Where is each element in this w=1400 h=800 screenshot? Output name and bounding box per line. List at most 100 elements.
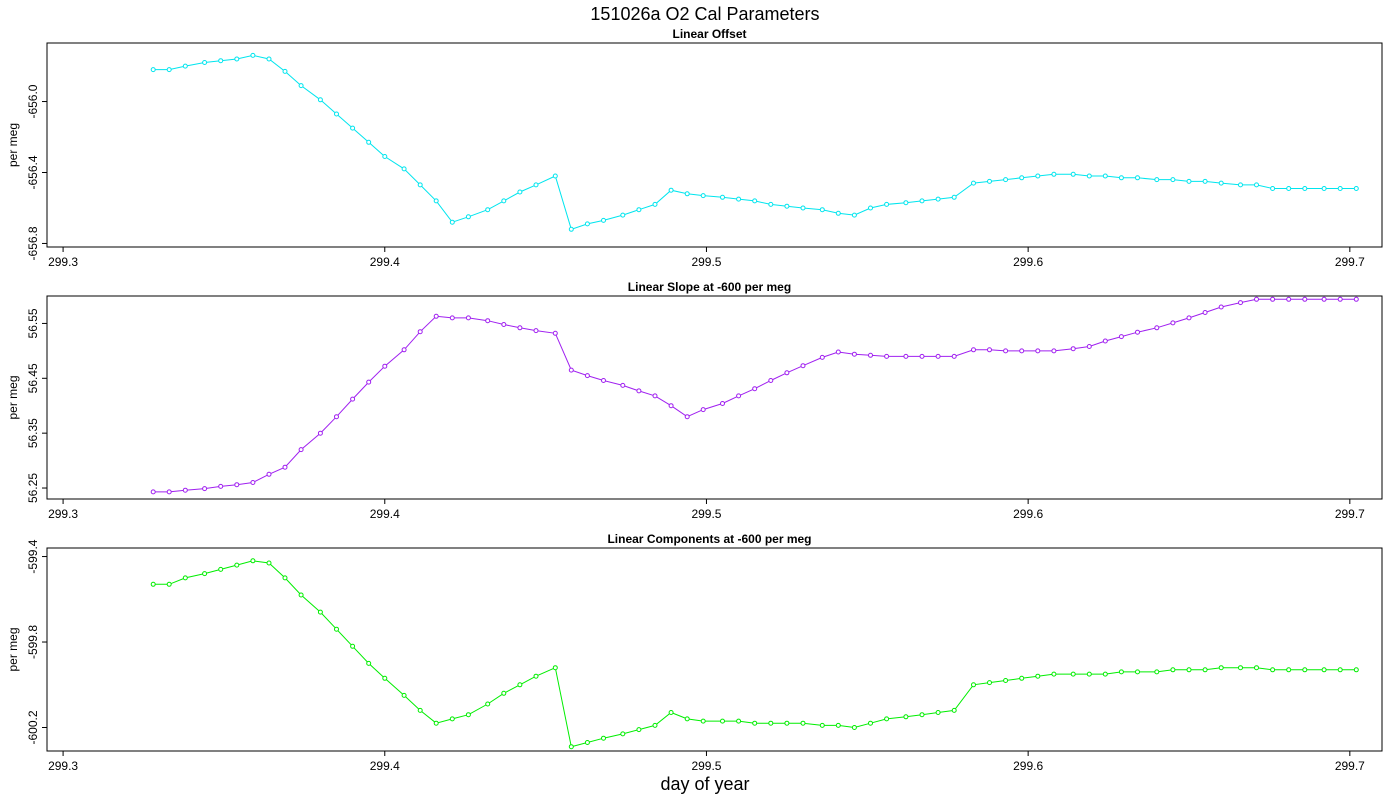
panel-1-data-point — [433, 198, 439, 204]
panel-1-x-tick-label: 299.6 — [1013, 255, 1043, 269]
panel-1-data-point — [533, 182, 539, 188]
panel-1-data-point — [987, 178, 992, 184]
panel-1-data-point — [700, 193, 706, 199]
panel-1-data-point — [1051, 171, 1057, 177]
panel-3-data-point — [1019, 675, 1025, 681]
panel-3-data-point — [1154, 669, 1160, 675]
panel-3-data-point — [533, 673, 539, 679]
panel-1-data-point — [1238, 182, 1243, 188]
panel-1-data-point — [1186, 178, 1192, 184]
panel-1-data-point — [884, 201, 890, 207]
panel-3-data-point — [552, 665, 558, 671]
panel-1-data-point — [620, 212, 626, 218]
panel-3-data-point — [266, 560, 272, 566]
panel-3-data-point — [684, 716, 690, 722]
panel-2-data-point — [1238, 300, 1243, 306]
panel-3-data-point — [485, 701, 491, 707]
chart-canvas: 151026a O2 Cal Parameters day of year Li… — [6, 4, 1383, 794]
panel-1-data-point — [1003, 177, 1009, 183]
panel-2-data-point — [166, 489, 172, 495]
panel-2-y-tick-label: 56.45 — [26, 363, 40, 393]
panel-3-data-point — [202, 571, 208, 577]
panel-2-data-point — [552, 330, 558, 336]
panel-3-data-point — [868, 720, 873, 726]
panel-3-y-tick-label: -599.8 — [26, 625, 40, 659]
panel-2-data-point — [1170, 320, 1176, 326]
panel-1-data-point — [266, 56, 272, 62]
panel-3-data-point — [568, 744, 574, 750]
panel-2-data-point — [736, 393, 742, 399]
panel-3-data-point — [501, 690, 507, 696]
panel-2-data-point — [601, 378, 606, 383]
panel-2-data-point — [903, 353, 909, 359]
panel-2-data-point — [1321, 296, 1327, 302]
panel-2-y-tick-label: 56.25 — [26, 473, 40, 503]
panel-1-y-tick-label: -656.8 — [26, 226, 40, 260]
panel-1-data-point — [382, 154, 388, 159]
panel-2-data-point — [584, 373, 590, 379]
figure-title: 151026a O2 Cal Parameters — [590, 4, 819, 24]
panel-1-data-point — [636, 207, 642, 213]
panel-1-data-point — [1154, 177, 1160, 183]
panel-3-data-point — [819, 722, 825, 728]
panel-1-data-point — [720, 194, 725, 200]
panel-1-x-tick-label: 299.7 — [1335, 255, 1365, 269]
panel-3-y-tick-label: -599.4 — [26, 539, 40, 573]
panel-1-y-tick-label: -656.0 — [26, 84, 40, 118]
panel-1-data-point — [517, 189, 523, 195]
panel-2-x-tick-label: 299.3 — [48, 507, 78, 521]
panel-3-data-point — [784, 720, 790, 726]
panel-2-data-point — [851, 351, 857, 357]
panel-3-data-point — [736, 718, 742, 724]
panel-2-data-point — [819, 354, 825, 360]
panel-1-data-point — [601, 217, 606, 223]
panel-3-frame — [46, 547, 1383, 752]
panel-2-x-tick-label: 299.4 — [370, 507, 400, 521]
panel-1-data-point — [851, 212, 857, 218]
panel-3-data-point — [752, 720, 758, 726]
panel-2-title: Linear Slope at -600 per meg — [628, 280, 791, 294]
panel-1-data-point — [1035, 173, 1041, 179]
panel-1-data-point — [552, 173, 558, 179]
panel-2-data-point — [1086, 344, 1092, 349]
panel-1-data-point — [1070, 171, 1076, 177]
panel-3-data-point — [1302, 667, 1308, 673]
panel-2-data-point — [720, 401, 725, 406]
panel-3-x-tick-label: 299.4 — [370, 759, 400, 773]
panel-3-data-point — [1086, 671, 1092, 677]
panel-3-x-tick-label: 299.6 — [1013, 759, 1043, 773]
panel-2-data-point — [1302, 296, 1308, 302]
panel-3-data-point — [601, 735, 606, 741]
panel-2-data-point — [636, 388, 642, 394]
panel-2-data-point — [298, 447, 304, 453]
panel-3-data-point — [720, 718, 725, 724]
panel-3-data-point — [234, 562, 240, 568]
panel-1-data-point — [584, 221, 590, 227]
panel-2-y-tick-label: 56.35 — [26, 418, 40, 448]
panel-1-data-point — [1254, 182, 1259, 188]
panel-3-data-point — [350, 643, 356, 649]
panel-2-y-axis-label: per meg — [6, 375, 20, 419]
panel-1-data-point — [1118, 175, 1124, 181]
panel-1-data-point — [568, 226, 574, 232]
panel-1-data-point — [282, 68, 288, 74]
panel-1-data-point — [334, 111, 339, 117]
panel-3-data-point — [668, 710, 674, 715]
panel-2-x-tick-label: 299.6 — [1013, 507, 1043, 521]
panel-1-data-point — [501, 198, 507, 204]
panel-2-data-point — [334, 414, 339, 420]
panel-2-data-point — [668, 403, 674, 409]
panel-2-data-point — [202, 486, 208, 492]
panel-3-title: Linear Components at -600 per meg — [607, 532, 811, 546]
panel-3-data-point — [800, 720, 806, 726]
panel-1-data-point — [1135, 175, 1140, 181]
panel-2-data-point — [250, 480, 256, 485]
figure-x-axis-label: day of year — [660, 774, 749, 794]
panel-2-data-point — [1070, 346, 1076, 352]
panel-1-data-point — [250, 52, 256, 58]
panel-1-data-point — [971, 180, 976, 186]
panel-2-data-point — [1353, 296, 1359, 302]
panel-3-data-point — [401, 692, 407, 698]
panel-2-data-point — [218, 483, 224, 489]
panel-1-data-point — [317, 97, 323, 103]
